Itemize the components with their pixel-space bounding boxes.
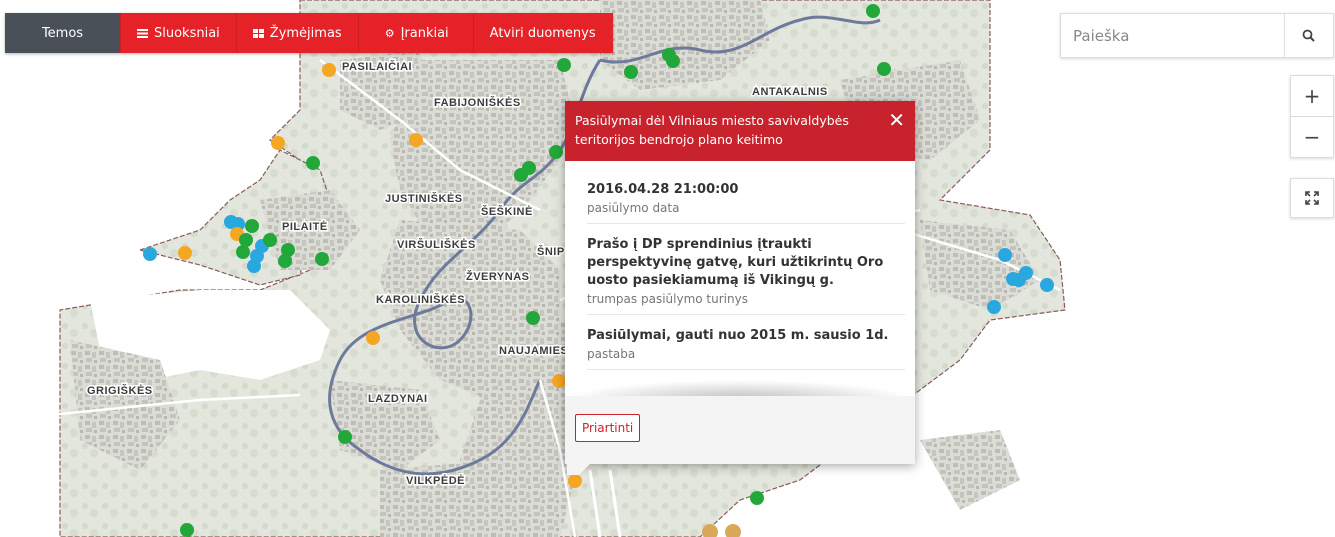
- field-value: 2016.04.28 21:00:00: [587, 182, 739, 197]
- zoom-to-button[interactable]: Priartinti: [575, 414, 641, 442]
- label-karoliniskes: KAROLINIŠKĖS: [376, 293, 465, 306]
- popup-body: 2016.04.28 21:00:00 pasiūlymo data Prašo…: [565, 161, 915, 396]
- marker-blue[interactable]: [1040, 278, 1054, 292]
- list-icon: [137, 28, 148, 38]
- label-zverynas: ŽVERYNAS: [466, 270, 530, 283]
- marker-blue[interactable]: [247, 259, 261, 273]
- nav-temos-label: Temos: [41, 25, 84, 41]
- grid-icon: [252, 28, 264, 38]
- popup-field: Pasiūlymai, gauti nuo 2015 m. sausio 1d.…: [587, 315, 905, 370]
- nav-sluoksniai-label: Sluoksniai: [154, 25, 220, 41]
- marker-orange[interactable]: [322, 63, 336, 77]
- nav-atviri-duomenys-label: Atviri duomenys: [489, 25, 596, 41]
- marker-green[interactable]: [236, 245, 250, 259]
- field-label: trumpas pasiūlymo turinys: [587, 292, 748, 306]
- label-fabijoniskes: FABIJONIŠKĖS: [434, 96, 521, 109]
- marker-orange[interactable]: [366, 331, 380, 345]
- popup-footer: Priartinti: [565, 396, 915, 460]
- marker-green[interactable]: [306, 156, 320, 170]
- marker-green[interactable]: [239, 233, 253, 247]
- top-nav: Temos Sluoksniai Žymėjimas ⚙ Įrankiai At…: [5, 13, 613, 53]
- marker-orange[interactable]: [409, 133, 423, 147]
- label-virsuliskes: VIRŠULIŠKĖS: [397, 238, 476, 251]
- field-value: Pasiūlymai, gauti nuo 2015 m. sausio 1d.: [587, 328, 889, 343]
- marker-blue[interactable]: [987, 300, 1001, 314]
- zoom-in-button[interactable]: +: [1291, 76, 1333, 116]
- label-seskine: ŠEŠKINĖ: [481, 205, 533, 218]
- nav-irankiai-label: Įrankiai: [400, 25, 449, 41]
- marker-green[interactable]: [338, 430, 352, 444]
- field-label: pasiūlymo data: [587, 201, 680, 215]
- marker-orange[interactable]: [552, 374, 566, 388]
- search-icon: [1302, 29, 1315, 42]
- zoom-control: + −: [1290, 75, 1334, 158]
- search-input[interactable]: [1061, 14, 1284, 57]
- label-pilaite: PILAITĖ: [282, 220, 328, 233]
- marker-green[interactable]: [750, 491, 764, 505]
- marker-green[interactable]: [624, 65, 638, 79]
- marker-green[interactable]: [315, 252, 329, 266]
- marker-blue[interactable]: [143, 247, 157, 261]
- fullscreen-button[interactable]: [1290, 178, 1334, 218]
- marker-green[interactable]: [866, 4, 880, 18]
- close-icon[interactable]: ✕: [888, 110, 905, 130]
- nav-zymejimas-label: Žymėjimas: [269, 25, 342, 41]
- field-value: Prašo į DP sprendinius įtraukti perspekt…: [587, 237, 884, 288]
- gear-icon: ⚙: [384, 26, 395, 40]
- search-box: [1060, 13, 1334, 58]
- label-vilkpede: VILKPĖDĖ: [406, 474, 465, 487]
- marker-blue[interactable]: [1019, 266, 1033, 280]
- popup-title: Pasiūlymai dėl Vilniaus miesto savivaldy…: [575, 113, 849, 147]
- label-antakalnis: ANTAKALNIS: [752, 86, 828, 98]
- label-snip: ŠNIP: [537, 245, 565, 258]
- nav-zymejimas[interactable]: Žymėjimas: [235, 13, 358, 53]
- marker-green[interactable]: [263, 233, 277, 247]
- label-justiniskes: JUSTINIŠKĖS: [385, 192, 463, 205]
- nav-irankiai[interactable]: ⚙ Įrankiai: [357, 13, 473, 53]
- label-pasilaiciai: PASILAIČIAI: [342, 60, 412, 73]
- marker-green[interactable]: [245, 219, 259, 233]
- popup-header: Pasiūlymai dėl Vilniaus miesto savivaldy…: [565, 101, 915, 161]
- marker-green[interactable]: [666, 54, 680, 68]
- expand-icon: [1305, 191, 1319, 205]
- marker-green[interactable]: [526, 311, 540, 325]
- popup-field: Prašo į DP sprendinius įtraukti perspekt…: [587, 224, 905, 315]
- marker-green[interactable]: [549, 145, 563, 159]
- search-button[interactable]: [1284, 14, 1333, 57]
- nav-atviri-duomenys[interactable]: Atviri duomenys: [472, 13, 613, 53]
- field-label: pastaba: [587, 347, 636, 361]
- marker-green[interactable]: [514, 168, 528, 182]
- zoom-out-button[interactable]: −: [1291, 116, 1333, 157]
- marker-orange[interactable]: [178, 246, 192, 260]
- label-grigiskes: GRIGIŠKĖS: [87, 384, 153, 397]
- marker-orange[interactable]: [568, 474, 582, 488]
- popup-field: 2016.04.28 21:00:00 pasiūlymo data: [587, 169, 905, 224]
- marker-green[interactable]: [180, 523, 194, 537]
- marker-green[interactable]: [557, 58, 571, 72]
- marker-blue[interactable]: [998, 248, 1012, 262]
- nav-temos[interactable]: Temos: [5, 13, 120, 53]
- nav-sluoksniai[interactable]: Sluoksniai: [120, 13, 236, 53]
- marker-green[interactable]: [278, 254, 292, 268]
- label-naujamiestis: NAUJAMIES: [499, 345, 568, 357]
- feature-popup: Pasiūlymai dėl Vilniaus miesto savivaldy…: [565, 101, 915, 464]
- scroll-shadow: [565, 380, 915, 396]
- marker-orange[interactable]: [271, 136, 285, 150]
- marker-green[interactable]: [877, 62, 891, 76]
- label-lazdynai: LAZDYNAI: [368, 393, 428, 405]
